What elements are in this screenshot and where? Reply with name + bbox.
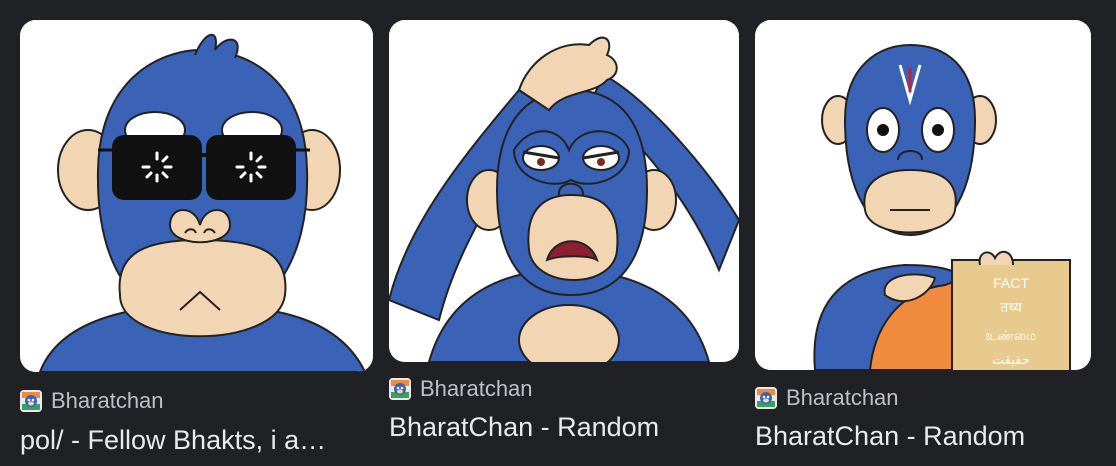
- sign-text-line: FACT: [993, 275, 1029, 291]
- result-thumbnail[interactable]: [389, 20, 739, 362]
- result-title[interactable]: BharatChan - Random: [755, 420, 1095, 452]
- sign-text-line: حقیقت: [992, 353, 1030, 368]
- result-source-label: Bharatchan: [786, 385, 899, 410]
- result-thumbnail[interactable]: [20, 20, 373, 372]
- bharatchan-favicon-icon: [389, 378, 411, 400]
- blue-monkey-fact-sign-image: FACT तथ्य உண்மை حقیقت: [755, 20, 1091, 370]
- bharatchan-favicon-icon: [20, 390, 42, 412]
- result-source-label: Bharatchan: [51, 388, 164, 413]
- result-title[interactable]: pol/ - Fellow Bhakts, i a…: [20, 424, 350, 456]
- result-source-label: Bharatchan: [420, 376, 533, 401]
- result-thumbnail[interactable]: FACT तथ्य உண்மை حقیقت: [755, 20, 1091, 370]
- bharatchan-favicon-icon: [755, 387, 777, 409]
- result-source[interactable]: Bharatchan: [389, 376, 533, 402]
- image-results-grid: Bharatchan pol/ - Fellow Bhakts, i a… Bh…: [0, 0, 1116, 466]
- result-source[interactable]: Bharatchan: [20, 388, 164, 414]
- result-title[interactable]: BharatChan - Random: [389, 411, 739, 443]
- result-source[interactable]: Bharatchan: [755, 385, 899, 411]
- sign-text-line: तथ्य: [1000, 300, 1022, 316]
- sign-text-line: உண்மை: [985, 329, 1036, 344]
- blue-monkey-sunglasses-image: [20, 20, 373, 372]
- blue-monkey-facepalm-image: [389, 20, 739, 362]
